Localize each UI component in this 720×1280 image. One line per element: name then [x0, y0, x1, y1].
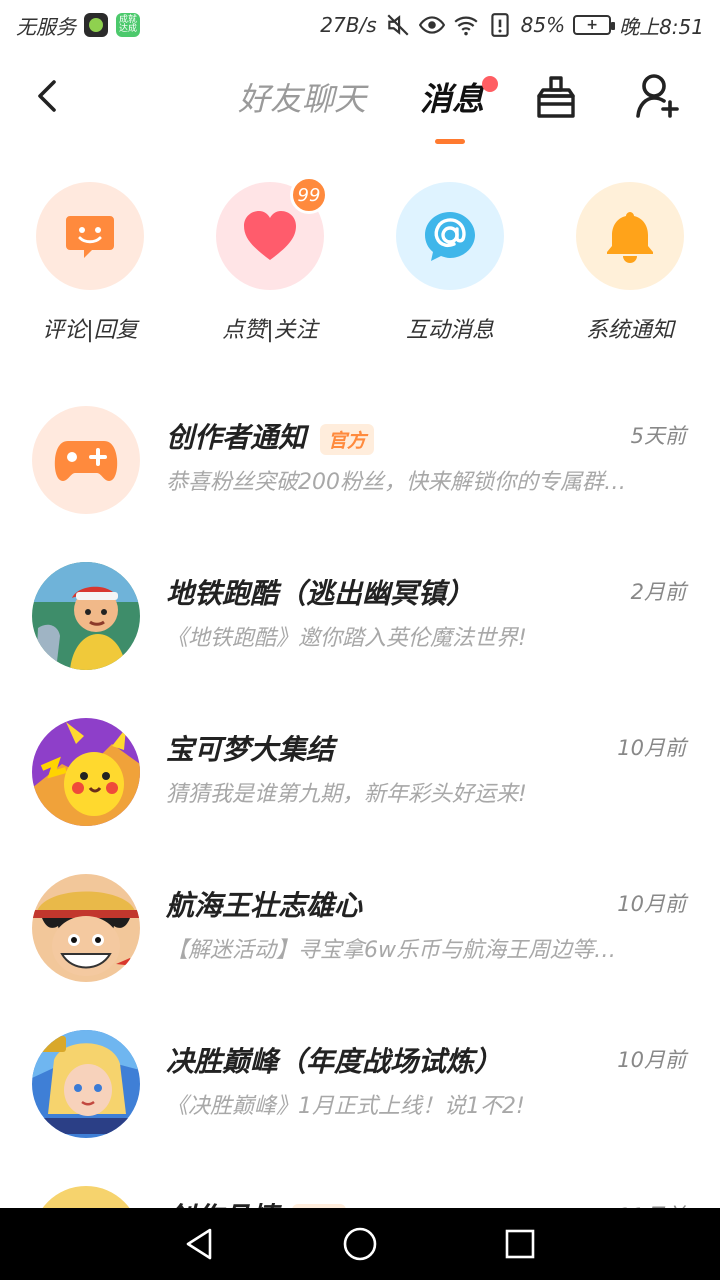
comment-circle [36, 182, 144, 290]
app-notification-icon [84, 13, 108, 37]
bell-circle [576, 182, 684, 290]
nav-back-icon[interactable] [182, 1226, 218, 1262]
subway-surfers-avatar [32, 562, 140, 670]
message-row-subway-surfers[interactable]: 地铁跑酷（逃出幽冥镇） 2月前 《地铁跑酷》邀你踏入英伦魔法世界! [0, 562, 720, 718]
message-preview: 恭喜粉丝突破200粉丝，快来解锁你的专属群… [166, 470, 626, 495]
message-preview: 《决胜巅峰》1月正式上线！说1不2! [166, 1094, 525, 1119]
bell-icon [607, 212, 653, 263]
message-row-one-piece[interactable]: 航海王壮志雄心 10月前 【解迷活动】寻宝拿6w乐币与航海王周边等… [0, 874, 720, 1030]
wifi-icon [454, 16, 478, 36]
mute-icon [387, 14, 409, 36]
eye-icon [418, 16, 445, 34]
shortcut-likes[interactable]: 99 点赞|关注 [180, 176, 360, 344]
shortcut-system[interactable]: 系统通知 [540, 182, 720, 344]
message-time: 10月前 [617, 1048, 686, 1072]
message-row-creator-notice[interactable]: 创作者通知 官方 5天前 恭喜粉丝突破200粉丝，快来解锁你的专属群… [0, 406, 720, 562]
message-time: 5天前 [630, 424, 686, 448]
shortcut-label: 评论|回复 [42, 318, 138, 343]
tab-messages[interactable]: 消息 [420, 74, 484, 120]
nav-home-icon[interactable] [342, 1226, 378, 1262]
tab-friends-chat[interactable]: 好友聊天 [238, 74, 366, 120]
status-bar: 无服务 成就达成 27B/s 85% + 晚上8:51 [0, 0, 720, 50]
shortcut-label: 系统通知 [585, 318, 674, 343]
shortcut-label: 点赞|关注 [222, 318, 318, 343]
shortcut-comments[interactable]: 评论|回复 [0, 182, 180, 344]
sim-alert-icon [490, 13, 509, 37]
official-tag: 官方 [320, 423, 375, 455]
message-time: 10月前 [617, 892, 686, 916]
message-preview: 《地铁跑酷》邀你踏入英伦魔法世界! [166, 626, 527, 651]
battery-icon: + [573, 15, 616, 35]
achievement-app-icon: 成就达成 [116, 13, 140, 37]
unread-dot [482, 76, 498, 92]
message-title-text: 创作者通知 [166, 421, 307, 454]
system-nav-bar [0, 1208, 720, 1280]
active-tab-indicator [435, 139, 465, 144]
heart-icon [244, 211, 296, 260]
battery-percent: 85% [520, 13, 566, 37]
shortcut-row: 评论|回复 99 点赞|关注 互动消息 系统通知 [0, 176, 720, 352]
back-icon[interactable] [30, 76, 66, 116]
luffy-avatar [32, 874, 140, 982]
message-title: 创作者通知 官方 [166, 416, 375, 456]
message-title: 宝可梦大集结 [166, 733, 335, 766]
heart-circle: 99 [216, 176, 328, 290]
message-row-decisive-peak[interactable]: 决胜巅峰（年度战场试炼） 10月前 《决胜巅峰》1月正式上线！说1不2! [0, 1030, 720, 1186]
message-preview: 猜猜我是谁第九期，新年彩头好运来! [166, 782, 527, 807]
net-speed: 27B/s [320, 13, 377, 37]
message-time: 2月前 [630, 580, 686, 604]
clock: 晚上8:51 [619, 14, 704, 39]
shortcut-label: 互动消息 [405, 318, 494, 343]
add-friend-icon[interactable] [634, 72, 680, 120]
at-circle [396, 182, 504, 290]
gamepad-icon [32, 406, 140, 514]
pikachu-avatar [32, 718, 140, 826]
heroine-avatar [32, 1030, 140, 1138]
nav-recents-icon[interactable] [502, 1226, 538, 1262]
likes-badge: 99 [290, 176, 328, 214]
message-preview: 【解迷活动】寻宝拿6w乐币与航海王周边等… [166, 938, 616, 963]
message-time: 10月前 [617, 736, 686, 760]
comment-icon [66, 216, 114, 258]
message-title: 决胜巅峰（年度战场试炼） [166, 1045, 503, 1078]
message-title: 航海王壮志雄心 [166, 889, 363, 922]
at-icon [425, 212, 475, 261]
message-title: 地铁跑酷（逃出幽冥镇） [166, 577, 475, 610]
header: 好友聊天 消息 [0, 50, 720, 150]
shortcut-interactions[interactable]: 互动消息 [360, 182, 540, 344]
message-row-pokemon[interactable]: 宝可梦大集结 10月前 猜猜我是谁第九期，新年彩头好运来! [0, 718, 720, 874]
carrier-text: 无服务 [16, 14, 76, 39]
clear-unread-icon[interactable] [534, 74, 578, 120]
